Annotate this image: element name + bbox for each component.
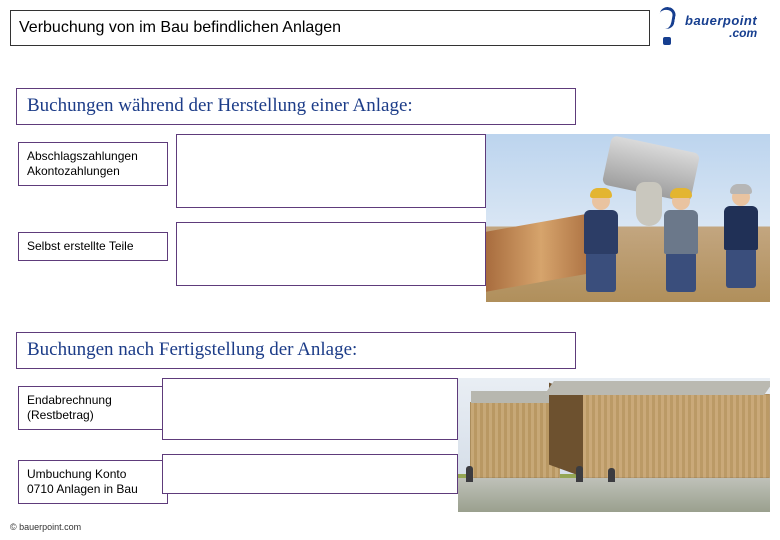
- worker-icon: [656, 166, 708, 292]
- label-umbuchung: Umbuchung Konto 0710 Anlagen in Bau: [18, 460, 168, 504]
- brand-logo: bauerpoint .com: [655, 6, 770, 46]
- content-box-d: [162, 454, 458, 494]
- label-line: Abschlagszahlungen: [27, 149, 159, 164]
- section-heading-during: Buchungen während der Herstellung einer …: [16, 88, 576, 125]
- logo-line1: bauerpoint: [685, 14, 757, 27]
- slide-title: Verbuchung von im Bau befindlichen Anlag…: [19, 19, 341, 37]
- worker-icon: [716, 178, 760, 288]
- content-box-c: [162, 378, 458, 440]
- building-right-icon: [582, 394, 770, 478]
- building-image: [458, 378, 770, 512]
- logo-text: bauerpoint .com: [685, 14, 757, 39]
- section-heading-after: Buchungen nach Fertigstellung der Anlage…: [16, 332, 576, 369]
- footer-copyright: © bauerpoint.com: [10, 522, 81, 532]
- slide-title-box: Verbuchung von im Bau befindlichen Anlag…: [10, 10, 650, 46]
- construction-image: [486, 134, 770, 302]
- label-line: Endabrechnung: [27, 393, 159, 408]
- label-line: Selbst erstellte Teile: [27, 239, 159, 254]
- person-icon: [576, 466, 583, 482]
- label-endabrechnung: Endabrechnung (Restbetrag): [18, 386, 168, 430]
- logo-line2: .com: [685, 27, 757, 39]
- content-box-a: [176, 134, 486, 208]
- person-icon: [608, 468, 615, 482]
- label-line: (Restbetrag): [27, 408, 159, 423]
- label-selbst-erstellte-teile: Selbst erstellte Teile: [18, 232, 168, 261]
- building-left-icon: [470, 402, 560, 478]
- logo-mark-icon: [655, 7, 681, 45]
- content-box-b: [176, 222, 486, 286]
- slide: Verbuchung von im Bau befindlichen Anlag…: [0, 0, 780, 540]
- label-abschlagszahlungen: Abschlagszahlungen Akontozahlungen: [18, 142, 168, 186]
- person-icon: [466, 466, 473, 482]
- worker-icon: [576, 172, 626, 292]
- label-line: 0710 Anlagen in Bau: [27, 482, 159, 497]
- label-line: Umbuchung Konto: [27, 467, 159, 482]
- label-line: Akontozahlungen: [27, 164, 159, 179]
